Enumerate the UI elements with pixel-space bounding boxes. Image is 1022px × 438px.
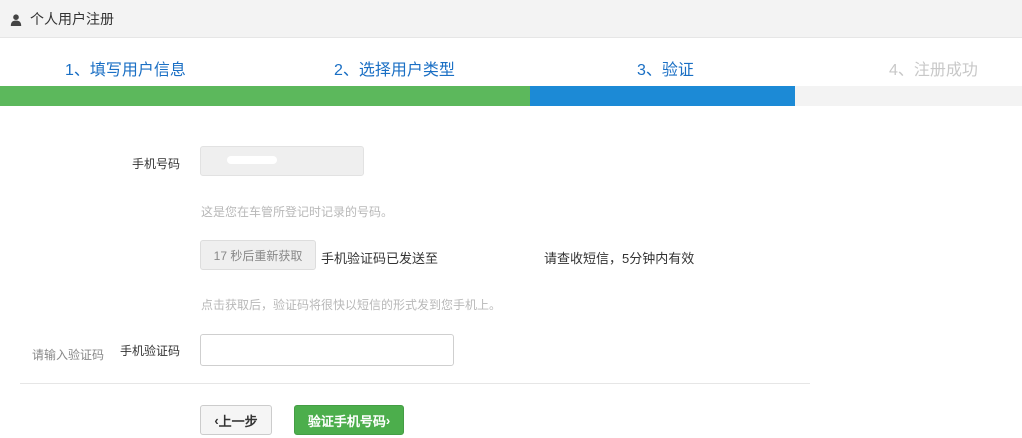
progress-done-segment — [0, 86, 530, 106]
chevron-right-icon: › — [385, 412, 391, 428]
step-fill-info: 1、填写用户信息 — [65, 62, 186, 79]
progress-current-segment — [530, 86, 795, 106]
verify-phone-button[interactable]: 验证手机号码 › — [294, 405, 404, 435]
step-choose-type: 2、选择用户类型 — [334, 62, 455, 79]
divider — [20, 383, 810, 384]
step-verify: 3、验证 — [637, 62, 694, 79]
user-icon — [10, 13, 22, 26]
code-sent-text: 手机验证码已发送至 — [321, 251, 439, 266]
page-title: 个人用户注册 — [30, 10, 114, 27]
code-label: 手机验证码 — [120, 344, 181, 358]
previous-step-button[interactable]: ‹ 上一步 — [200, 405, 272, 435]
phone-label: 手机号码 — [132, 157, 181, 171]
masked-phone-number — [452, 250, 534, 260]
verification-code-input[interactable] — [200, 334, 454, 366]
code-outer-label: 请输入验证码 — [32, 348, 105, 362]
step-indicator: 1、填写用户信息 2、选择用户类型 3、验证 4、注册成功 — [0, 56, 1022, 84]
resend-code-button[interactable]: 17 秒后重新获取 — [200, 240, 316, 270]
phone-redaction — [227, 156, 277, 164]
step-success: 4、注册成功 — [889, 62, 978, 79]
previous-step-label: 上一步 — [218, 413, 258, 429]
verify-phone-label: 验证手机号码 — [307, 413, 386, 429]
code-hint: 点击获取后，验证码将很快以短信的形式发到您手机上。 — [201, 298, 502, 312]
progress-bar — [0, 86, 1022, 106]
phone-display — [200, 146, 364, 176]
page-header: 个人用户注册 — [0, 0, 1022, 38]
phone-hint: 这是您在车管所登记时记录的号码。 — [201, 205, 394, 219]
code-validity-text: 请查收短信，5分钟内有效 — [544, 251, 695, 266]
